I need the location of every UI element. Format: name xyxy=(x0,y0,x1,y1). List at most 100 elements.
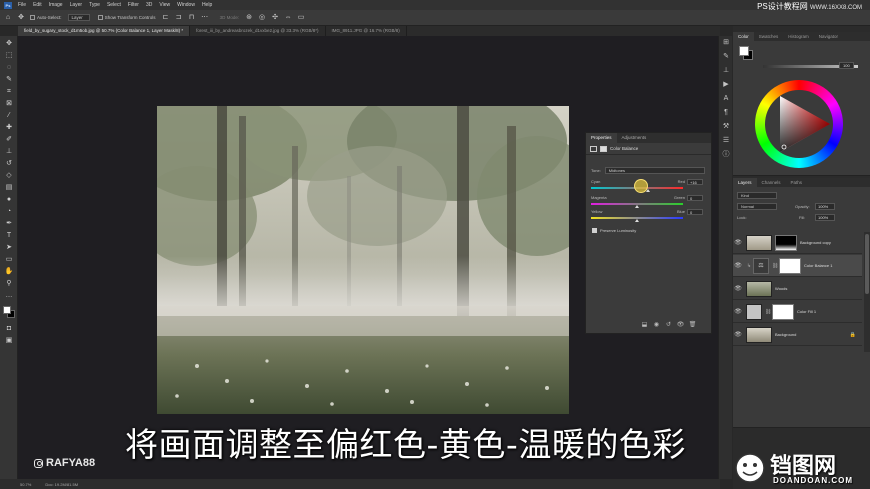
foreground-color-swatch[interactable] xyxy=(3,306,11,314)
menu-edit[interactable]: Edit xyxy=(33,2,42,8)
3d-pan-icon[interactable]: ✣ xyxy=(271,14,279,22)
dodge-tool-icon[interactable]: ◔ xyxy=(4,207,14,217)
preserve-luminosity-row[interactable]: Preserve Luminosity xyxy=(592,228,636,233)
chain-link-icon[interactable]: ⛓ xyxy=(765,309,771,315)
align-top-icon[interactable]: ⊓ xyxy=(188,14,196,22)
menu-type[interactable]: Type xyxy=(89,2,100,8)
menu-image[interactable]: Image xyxy=(49,2,63,8)
eyedropper-tool-icon[interactable]: ⁄ xyxy=(4,111,14,121)
3d-roll-icon[interactable]: ◎ xyxy=(258,14,266,22)
menu-window[interactable]: Window xyxy=(177,2,195,8)
tone-dropdown[interactable]: Midtones xyxy=(604,167,705,174)
distribute-icon[interactable]: ⋯ xyxy=(201,14,209,22)
align-left-icon[interactable]: ⊏ xyxy=(162,14,170,22)
more-tools-icon[interactable]: … xyxy=(4,291,14,301)
clip-to-layer-icon[interactable]: ⬓ xyxy=(640,321,649,329)
move-tool-icon[interactable]: ✥ xyxy=(4,39,14,49)
clone-source-icon[interactable]: ⊥ xyxy=(721,66,731,76)
fill-input[interactable]: 100% xyxy=(815,214,835,221)
preserve-luminosity-checkbox[interactable] xyxy=(592,228,597,233)
tab-color[interactable]: Color xyxy=(733,32,754,41)
visibility-eye-icon[interactable]: 👁 xyxy=(733,239,743,246)
menu-file[interactable]: File xyxy=(18,2,26,8)
gradient-tool-icon[interactable]: ▤ xyxy=(4,183,14,193)
auto-select-dropdown[interactable]: Layer xyxy=(67,14,90,21)
menu-filter[interactable]: Filter xyxy=(128,2,139,8)
tab-document-2[interactable]: forest_iii_by_andreasbrozek_d1vxbe2.jpg … xyxy=(190,26,326,36)
tab-properties[interactable]: Properties xyxy=(586,133,617,143)
transform-controls-checkbox[interactable] xyxy=(97,15,103,20)
3d-video-icon[interactable]: ▭ xyxy=(297,14,305,22)
quick-select-tool-icon[interactable]: ✎ xyxy=(4,75,14,85)
visibility-icon[interactable]: 👁 xyxy=(676,321,685,329)
tab-histogram[interactable]: Histogram xyxy=(783,32,814,41)
blend-mode-dropdown[interactable]: Normal xyxy=(737,203,777,210)
character-icon[interactable]: A xyxy=(721,94,731,104)
visibility-eye-icon[interactable]: 👁 xyxy=(733,262,743,269)
visibility-eye-icon[interactable]: 👁 xyxy=(733,285,743,292)
eraser-tool-icon[interactable]: ◇ xyxy=(4,171,14,181)
hand-tool-icon[interactable]: ✋ xyxy=(4,267,14,277)
quick-mask-icon[interactable]: ◘ xyxy=(4,324,14,334)
reset-icon[interactable]: ↺ xyxy=(664,321,673,329)
frame-tool-icon[interactable]: ⊠ xyxy=(4,99,14,109)
document-image[interactable] xyxy=(157,106,569,414)
visibility-eye-icon[interactable]: 👁 xyxy=(733,331,743,338)
type-tool-icon[interactable]: T xyxy=(4,231,14,241)
tab-adjustments[interactable]: Adjustments xyxy=(617,133,652,143)
shape-tool-icon[interactable]: ▭ xyxy=(4,255,14,265)
layer-row[interactable]: 👁 Woods xyxy=(733,278,862,300)
tool-presets-icon[interactable]: ⚒ xyxy=(721,122,731,132)
yellow-blue-slider[interactable]: Yellow Blue 0 xyxy=(591,209,703,223)
slider-value-input[interactable]: 0 xyxy=(687,195,703,201)
document-size[interactable]: Doc: 19.2M/81.5M xyxy=(45,482,78,487)
zoom-level[interactable]: 50.7% xyxy=(20,482,31,487)
menu-3d[interactable]: 3D xyxy=(146,2,152,8)
opacity-input[interactable]: 100% xyxy=(815,203,835,210)
history-brush-tool-icon[interactable]: ↺ xyxy=(4,159,14,169)
tab-swatches[interactable]: Swatches xyxy=(754,32,784,41)
layer-name[interactable]: Background copy xyxy=(800,240,831,245)
info-icon[interactable]: ⓘ xyxy=(721,150,731,160)
layer-mask-thumbnail[interactable] xyxy=(775,234,797,251)
paragraph-icon[interactable]: ¶ xyxy=(721,108,731,118)
lasso-tool-icon[interactable]: ◌ xyxy=(4,63,14,73)
screen-mode-icon[interactable]: ▣ xyxy=(4,336,14,346)
layers-scrollbar[interactable] xyxy=(864,232,870,352)
properties-icon[interactable]: ☰ xyxy=(721,136,731,146)
layer-row[interactable]: 👁 ⛓ Color Fill 1 xyxy=(733,301,862,323)
delete-icon[interactable]: 🗑 xyxy=(688,321,697,329)
brush-settings-icon[interactable]: ✎ xyxy=(721,52,731,62)
slider-thumb[interactable] xyxy=(635,205,639,208)
auto-select-checkbox[interactable] xyxy=(30,15,35,20)
color-wheel[interactable] xyxy=(755,80,843,168)
layer-row-selected[interactable]: 👁 ↳ ⚖ ⛓ Color Balance 1 xyxy=(733,255,862,277)
visibility-eye-icon[interactable]: 👁 xyxy=(733,308,743,315)
blur-tool-icon[interactable]: ● xyxy=(4,195,14,205)
magenta-green-slider[interactable]: Magenta Green 0 xyxy=(591,195,703,209)
healing-brush-tool-icon[interactable]: ✚ xyxy=(4,123,14,133)
layers-scroll-thumb[interactable] xyxy=(865,234,869,294)
brush-tool-icon[interactable]: ✐ xyxy=(4,135,14,145)
tab-paths[interactable]: Paths xyxy=(786,178,808,187)
layer-name[interactable]: Color Fill 1 xyxy=(797,309,816,314)
marquee-tool-icon[interactable]: ⬚ xyxy=(4,51,14,61)
menu-view[interactable]: View xyxy=(159,2,170,8)
home-icon[interactable]: ⌂ xyxy=(4,14,12,22)
chain-link-icon[interactable]: ⛓ xyxy=(772,263,778,269)
layer-filter-dropdown[interactable]: Kind xyxy=(737,192,777,199)
clone-stamp-tool-icon[interactable]: ⊥ xyxy=(4,147,14,157)
panel-foreground-swatch[interactable] xyxy=(739,46,749,56)
history-icon[interactable]: ⊞ xyxy=(721,38,731,48)
crop-tool-icon[interactable]: ⌗ xyxy=(4,87,14,97)
layer-mask-thumbnail[interactable] xyxy=(779,257,801,274)
view-previous-icon[interactable]: ◉ xyxy=(652,321,661,329)
layer-mask-thumbnail[interactable] xyxy=(772,303,794,320)
menu-help[interactable]: Help xyxy=(202,2,212,8)
menu-select[interactable]: Select xyxy=(107,2,121,8)
tab-navigator[interactable]: Navigator xyxy=(814,32,843,41)
move-tool-icon[interactable]: ✥ xyxy=(17,14,25,22)
color-triangle[interactable] xyxy=(772,94,832,154)
3d-slide-icon[interactable]: ⇔ xyxy=(284,14,292,22)
slider-value-input[interactable]: 0 xyxy=(687,209,703,215)
